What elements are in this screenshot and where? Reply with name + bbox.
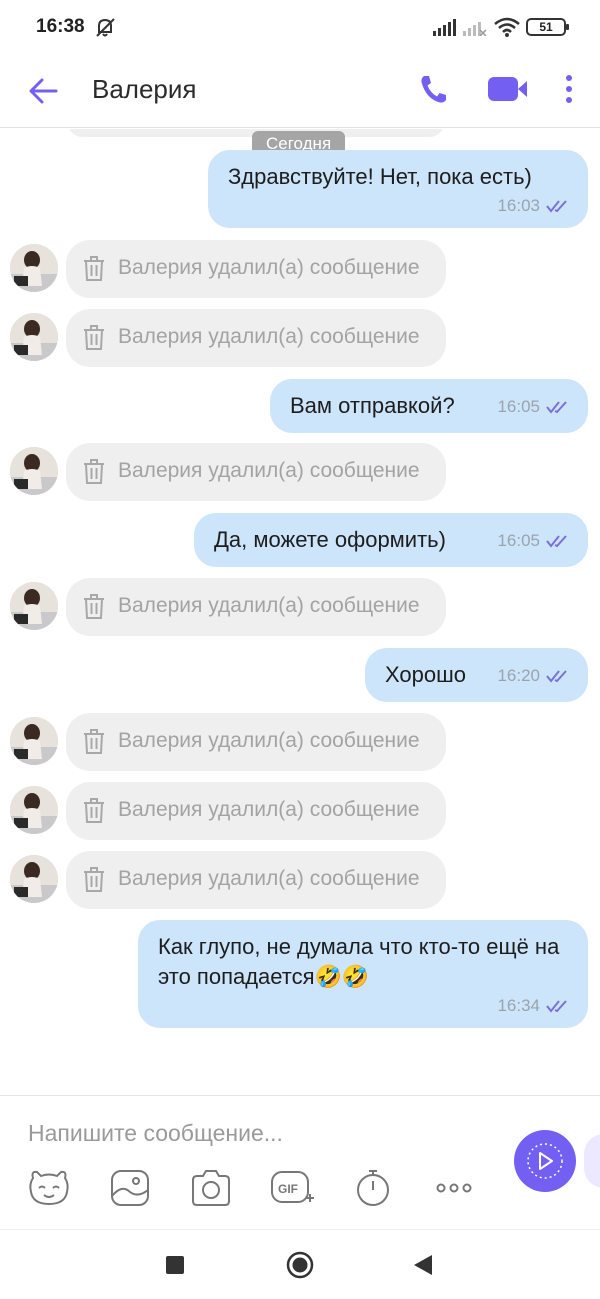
signal-icon — [463, 22, 487, 36]
avatar[interactable] — [10, 582, 58, 630]
outgoing-message[interactable]: Как глупо, не думала что кто-то ещё на э… — [138, 920, 588, 1028]
trash-icon — [84, 256, 104, 281]
deleted-text: Валерия удалил(а) сообщение — [118, 594, 420, 617]
deleted-bubble: Валерия удалил(а) сообщение — [66, 443, 446, 501]
avatar[interactable] — [10, 717, 58, 765]
trash-icon — [84, 594, 104, 619]
recents-icon[interactable] — [166, 1256, 184, 1274]
message-meta: 16:05 — [497, 531, 572, 551]
trash-icon — [84, 325, 104, 350]
incoming-deleted-message[interactable]: Валерия удалил(а) сообщение — [10, 240, 450, 298]
chat-header: Валерия — [0, 56, 600, 128]
video-camera-icon[interactable] — [487, 74, 529, 104]
message-time: 16:03 — [497, 196, 540, 215]
incoming-deleted-message[interactable]: Валерия удалил(а) сообщение — [10, 851, 450, 909]
message-text: Здравствуйте! Нет, пока есть) — [228, 164, 532, 189]
read-ticks-icon — [546, 200, 567, 213]
more-horizontal-icon[interactable] — [432, 1168, 476, 1208]
send-button[interactable] — [514, 1130, 576, 1192]
mute-icon — [96, 18, 115, 37]
timer-icon[interactable] — [351, 1168, 395, 1208]
back-arrow-icon[interactable] — [26, 74, 60, 108]
composer: Напишите сообщение... GIF — [0, 1095, 600, 1229]
send-icon — [527, 1143, 563, 1179]
message-meta: 16:03 — [497, 196, 572, 216]
incoming-deleted-message[interactable]: Валерия удалил(а) сообщение — [10, 443, 450, 501]
message-time: 16:34 — [497, 996, 540, 1015]
svg-text:GIF: GIF — [278, 1182, 298, 1196]
deleted-bubble: Валерия удалил(а) сообщение — [66, 713, 446, 771]
read-ticks-icon — [546, 535, 567, 548]
chat-area[interactable]: Сегодня Здравствуйте! Нет, пока есть) 16… — [0, 129, 600, 1095]
deleted-bubble: Валерия удалил(а) сообщение — [66, 782, 446, 840]
deleted-bubble: Валерия удалил(а) сообщение — [66, 309, 446, 367]
message-text: Хорошо — [385, 662, 467, 687]
read-ticks-icon — [546, 1000, 567, 1013]
more-vertical-icon[interactable] — [558, 72, 580, 106]
home-icon[interactable] — [286, 1251, 314, 1279]
incoming-deleted-message[interactable]: Валерия удалил(а) сообщение — [10, 578, 450, 636]
incoming-deleted-message[interactable]: Валерия удалил(а) сообщение — [10, 782, 450, 840]
status-time: 16:38 — [36, 16, 85, 37]
message-text: Вам отправкой? — [290, 393, 455, 418]
deleted-text: Валерия удалил(а) сообщение — [118, 729, 420, 752]
read-ticks-icon — [546, 401, 567, 414]
avatar[interactable] — [10, 786, 58, 834]
system-nav-bar — [0, 1229, 600, 1299]
incoming-deleted-message[interactable]: Валерия удалил(а) сообщение — [10, 309, 450, 367]
back-icon[interactable] — [412, 1253, 434, 1277]
read-ticks-icon — [546, 670, 567, 683]
contact-name[interactable]: Валерия — [92, 74, 197, 105]
camera-icon[interactable] — [189, 1168, 233, 1208]
trash-icon — [84, 459, 104, 484]
deleted-text: Валерия удалил(а) сообщение — [118, 798, 420, 821]
outgoing-message[interactable]: Да, можете оформить) 16:05 — [194, 513, 588, 567]
status-bar: 16:38 51 — [0, 0, 600, 56]
incoming-deleted-message[interactable]: Валерия удалил(а) сообщение — [10, 713, 450, 771]
message-text: Да, можете оформить) — [214, 527, 446, 552]
avatar[interactable] — [10, 447, 58, 495]
trash-icon — [84, 798, 104, 823]
avatar[interactable] — [10, 244, 58, 292]
secondary-action[interactable] — [584, 1134, 600, 1188]
wifi-icon — [494, 17, 520, 37]
sticker-icon[interactable] — [27, 1168, 71, 1208]
deleted-text: Валерия удалил(а) сообщение — [118, 459, 420, 482]
deleted-bubble: Валерия удалил(а) сообщение — [66, 578, 446, 636]
outgoing-message[interactable]: Вам отправкой? 16:05 — [270, 379, 588, 433]
message-input[interactable]: Напишите сообщение... — [28, 1120, 283, 1147]
phone-icon[interactable] — [418, 72, 448, 106]
signal-icon — [433, 19, 456, 36]
deleted-bubble: Валерия удалил(а) сообщение — [66, 240, 446, 298]
message-time: 16:20 — [497, 666, 540, 685]
outgoing-message[interactable]: Здравствуйте! Нет, пока есть) 16:03 — [208, 150, 588, 228]
message-time: 16:05 — [497, 397, 540, 416]
gif-icon[interactable]: GIF — [270, 1168, 314, 1208]
outgoing-message[interactable]: Хорошо 16:20 — [365, 648, 588, 702]
deleted-text: Валерия удалил(а) сообщение — [118, 867, 420, 890]
trash-icon — [84, 729, 104, 754]
deleted-text: Валерия удалил(а) сообщение — [118, 256, 420, 279]
trash-icon — [84, 867, 104, 892]
message-meta: 16:05 — [497, 397, 572, 417]
message-meta: 16:20 — [497, 666, 572, 686]
message-time: 16:05 — [497, 531, 540, 550]
battery-icon: 51 — [526, 18, 569, 36]
message-text: Как глупо, не думала что кто-то ещё на э… — [158, 934, 560, 989]
gallery-icon[interactable] — [108, 1168, 152, 1208]
deleted-bubble: Валерия удалил(а) сообщение — [66, 851, 446, 909]
message-meta: 16:34 — [497, 996, 572, 1016]
avatar[interactable] — [10, 313, 58, 361]
deleted-text: Валерия удалил(а) сообщение — [118, 325, 420, 348]
avatar[interactable] — [10, 855, 58, 903]
